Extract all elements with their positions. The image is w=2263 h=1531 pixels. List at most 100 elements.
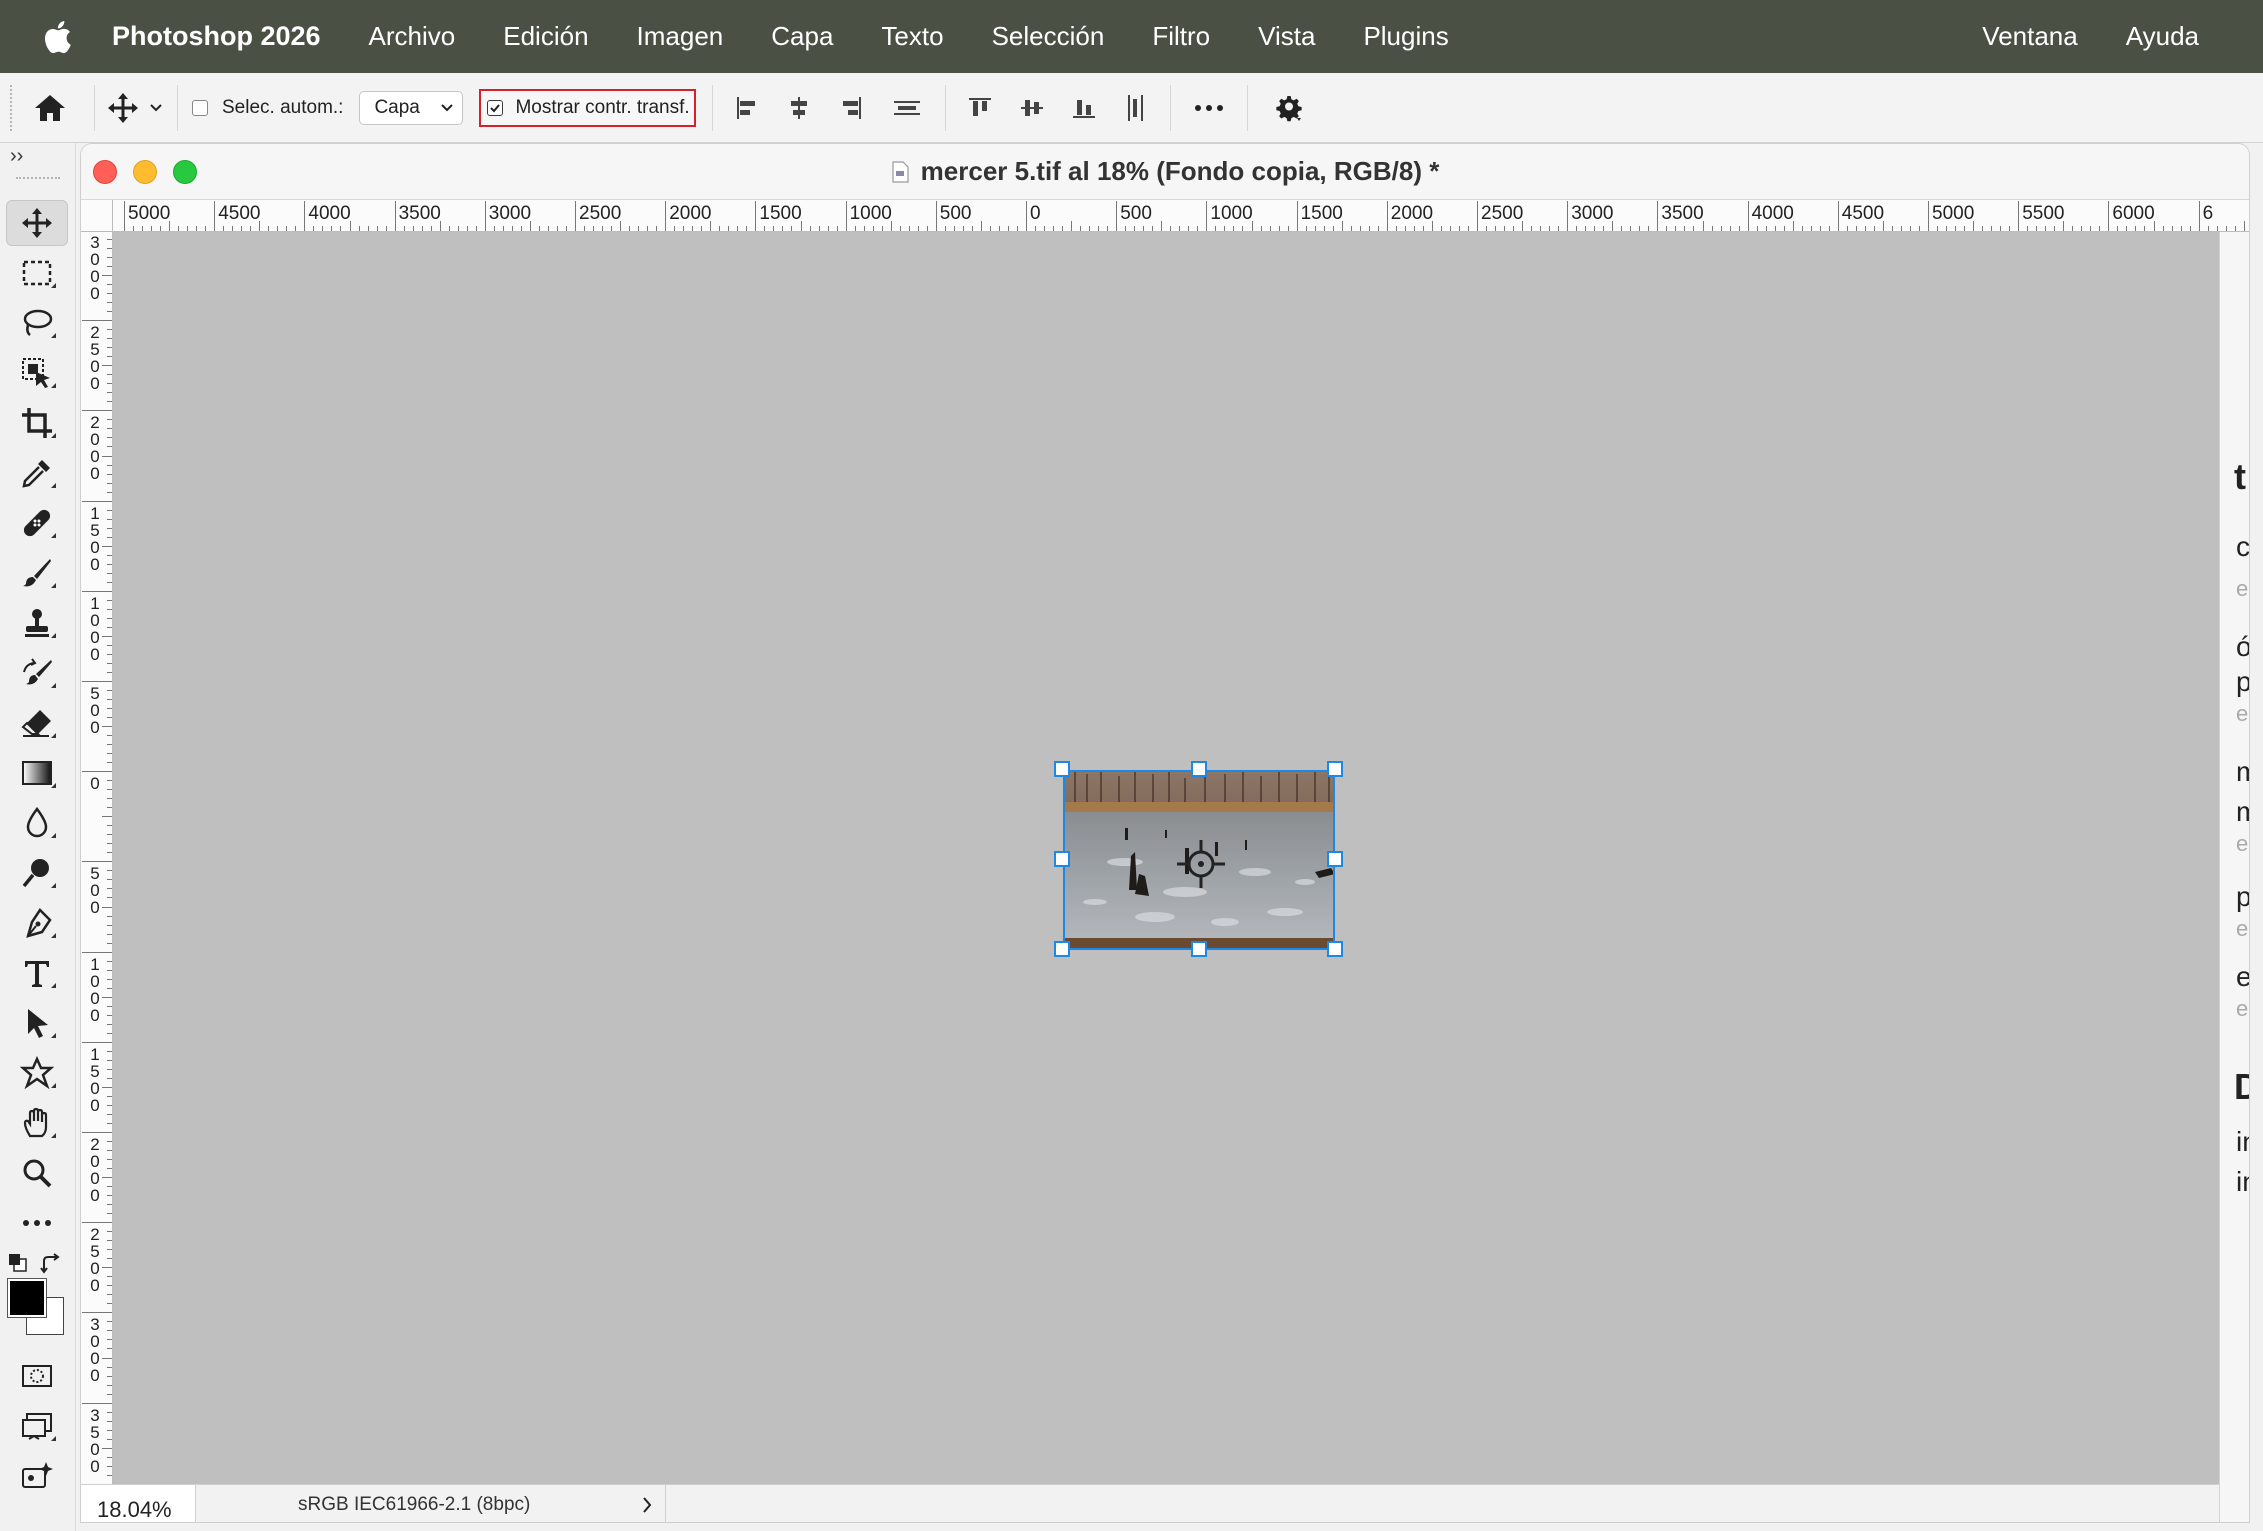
move-tool[interactable] <box>6 200 68 246</box>
align-bottom-button[interactable] <box>1058 95 1110 121</box>
menu-imagen[interactable]: Imagen <box>613 21 748 52</box>
ruler-minor-tick <box>107 437 112 439</box>
align-vertical-center-icon <box>1020 99 1043 116</box>
align-top-button[interactable] <box>954 95 1006 121</box>
show-transform-controls-toggle[interactable]: Mostrar contr. transf. <box>479 88 696 127</box>
transform-handle-top-right[interactable] <box>1327 761 1343 777</box>
ruler-minor-tick <box>107 789 112 791</box>
align-left-button[interactable] <box>721 95 773 121</box>
swap-colors-icon[interactable] <box>40 1253 62 1275</box>
hand-tool[interactable] <box>6 1100 68 1146</box>
ruler-minor-tick <box>385 226 387 231</box>
menu-ayuda[interactable]: Ayuda <box>2102 21 2223 52</box>
collapse-panel-icon[interactable]: ›› <box>10 145 23 168</box>
crop-tool[interactable] <box>6 400 68 446</box>
clone-stamp-tool[interactable] <box>6 600 68 646</box>
ruler-label: 3000 <box>488 203 532 224</box>
ruler-minor-tick <box>2000 226 2002 231</box>
more-tools-button[interactable] <box>6 1200 68 1246</box>
minimize-window-button[interactable] <box>133 160 157 184</box>
custom-shape-tool[interactable] <box>6 1050 68 1096</box>
document-info[interactable]: sRGB IEC61966-2.1 (8bpc) <box>196 1484 666 1522</box>
transform-handle-top[interactable] <box>1191 761 1207 777</box>
ruler-minor-tick <box>107 1321 112 1323</box>
path-selection-tool[interactable] <box>6 1000 68 1046</box>
align-vertical-center-button[interactable] <box>1006 95 1058 121</box>
transform-handle-bottom-left[interactable] <box>1054 941 1070 957</box>
ruler-origin[interactable] <box>81 200 113 232</box>
auto-select-target-dropdown[interactable]: Capa <box>359 90 464 125</box>
menu-archivo[interactable]: Archivo <box>345 21 480 52</box>
menu-texto[interactable]: Texto <box>857 21 967 52</box>
brush-tool[interactable] <box>6 550 68 596</box>
ruler-minor-tick <box>565 226 567 231</box>
zoom-level-field[interactable]: 18.04% <box>81 1484 196 1522</box>
gear-icon <box>1276 95 1302 121</box>
default-colors-icon[interactable] <box>8 1253 28 1273</box>
tool-preset-dropdown[interactable] <box>143 83 169 133</box>
zoom-window-button[interactable] <box>173 160 197 184</box>
ruler-minor-tick <box>1062 226 1064 231</box>
ruler-minor-tick <box>1161 221 1163 231</box>
app-name-menu[interactable]: Photoshop 2026 <box>112 21 321 52</box>
dodge-tool[interactable] <box>6 850 68 896</box>
transform-handle-top-left[interactable] <box>1054 761 1070 777</box>
menu-ventana[interactable]: Ventana <box>1958 21 2101 52</box>
ruler-label: 2000 <box>90 1135 100 1205</box>
foreground-color-swatch[interactable] <box>7 1278 47 1318</box>
ruler-minor-tick <box>1044 226 1046 231</box>
quick-mask-button[interactable] <box>6 1353 68 1399</box>
distribute-horizontal-button[interactable] <box>1110 93 1162 123</box>
transform-handle-right[interactable] <box>1327 851 1343 867</box>
ruler-minor-tick <box>998 226 1000 231</box>
rectangular-marquee-tool[interactable] <box>6 250 68 296</box>
blur-tool[interactable] <box>6 800 68 846</box>
menu-edicion[interactable]: Edición <box>479 21 612 52</box>
eyedropper-tool[interactable] <box>6 450 68 496</box>
pen-tool[interactable] <box>6 900 68 946</box>
screen-mode-button[interactable] <box>6 1403 68 1449</box>
layer-image[interactable] <box>1063 770 1335 950</box>
eraser-tool[interactable] <box>6 700 68 746</box>
more-options-button[interactable] <box>1179 104 1239 112</box>
ruler-tick <box>1657 201 1659 231</box>
transform-handle-bottom-right[interactable] <box>1327 941 1343 957</box>
vertical-ruler[interactable]: 3000 2500 2000 1500 1000 500 0 500 1000 1500 2000 2… <box>81 232 113 1484</box>
tools-panel-grip[interactable] <box>16 177 60 181</box>
ruler-minor-tick <box>2216 226 2218 231</box>
menu-seleccion[interactable]: Selección <box>968 21 1129 52</box>
settings-button[interactable] <box>1256 92 1322 124</box>
document-titlebar[interactable]: mercer 5.tif al 18% (Fondo copia, RGB/8)… <box>81 144 2249 200</box>
lasso-tool[interactable] <box>6 300 68 346</box>
ruler-minor-tick <box>1098 226 1100 231</box>
menu-plugins[interactable]: Plugins <box>1339 21 1472 52</box>
menu-vista[interactable]: Vista <box>1234 21 1339 52</box>
apple-menu-icon[interactable] <box>28 20 86 54</box>
ruler-minor-tick <box>701 226 703 231</box>
ruler-minor-tick <box>107 1348 112 1350</box>
object-selection-tool[interactable] <box>6 350 68 396</box>
spot-healing-tool[interactable] <box>6 500 68 546</box>
transform-handle-left[interactable] <box>1054 851 1070 867</box>
menu-capa[interactable]: Capa <box>747 21 857 52</box>
move-tool-preset-button[interactable] <box>103 83 143 133</box>
transform-handle-bottom[interactable] <box>1191 941 1207 957</box>
zoom-tool[interactable] <box>6 1150 68 1196</box>
distribute-vertical-button[interactable] <box>877 95 937 121</box>
generative-tool-button[interactable] <box>6 1453 68 1499</box>
ruler-minor-tick <box>656 226 658 231</box>
align-horizontal-center-button[interactable] <box>773 95 825 121</box>
home-button[interactable] <box>14 83 86 133</box>
canvas-area[interactable] <box>113 232 2219 1484</box>
close-window-button[interactable] <box>93 160 117 184</box>
show-transform-checkbox[interactable] <box>487 99 504 116</box>
history-brush-tool[interactable] <box>6 650 68 696</box>
show-transform-label: Mostrar contr. transf. <box>515 96 690 118</box>
align-right-button[interactable] <box>825 95 877 121</box>
gradient-tool[interactable] <box>6 750 68 796</box>
horizontal-ruler[interactable]: 5000 4500 4000 3500 3000 2500 2000 1500 1000 500 0… <box>113 200 2249 232</box>
type-tool[interactable] <box>6 950 68 996</box>
auto-select-checkbox[interactable] <box>192 99 208 116</box>
menu-filtro[interactable]: Filtro <box>1128 21 1234 52</box>
ruler-minor-tick <box>107 1059 112 1061</box>
